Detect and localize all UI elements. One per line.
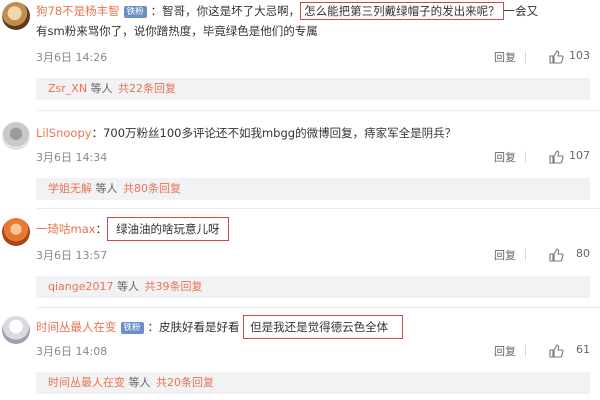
comment-text: ：700万粉丝100多评论还不如我mbgg的微博回复，痔家军全是阴兵？ xyxy=(91,126,457,140)
sub-reply-count-link[interactable]: 共80条回复 xyxy=(123,182,181,195)
sub-reply-mid: 等人 xyxy=(92,182,121,195)
comment-meta: 3月6日 14:08 回复 61 xyxy=(36,342,590,360)
sub-replies-bar[interactable]: 学姐无解 等人 共80条回复 xyxy=(36,178,590,200)
comment-meta: 3月6日 14:34 回复 107 xyxy=(36,148,590,166)
comment-text-line1: 时间丛最人在变 铁粉 ：皮肤好看是好看 但是我还是觉得德云色全体 xyxy=(36,315,592,339)
fan-badge: 铁粉 xyxy=(120,322,144,334)
like-count: 61 xyxy=(576,343,590,356)
sub-replies-bar[interactable]: qiange2017 等人 共39条回复 xyxy=(36,276,590,298)
username-link[interactable]: 狗78不是杨丰智 xyxy=(36,4,120,18)
comment-meta: 3月6日 14:26 回复 103 xyxy=(36,48,590,66)
divider xyxy=(525,151,526,163)
username-link[interactable]: 一琦咕max xyxy=(36,222,96,236)
thumbs-up-icon[interactable] xyxy=(548,343,564,359)
like-count: 107 xyxy=(569,149,590,162)
divider xyxy=(525,249,526,261)
sub-reply-user[interactable]: 学姐无解 xyxy=(48,182,92,195)
comment-text-line1: LilSnoopy：700万粉丝100多评论还不如我mbgg的微博回复，痔家军全… xyxy=(36,124,592,142)
sub-reply-mid: 等人 xyxy=(87,82,117,95)
timestamp: 3月6日 14:26 xyxy=(36,51,108,64)
comment-divider xyxy=(36,110,600,111)
reply-button[interactable]: 回复 xyxy=(494,343,516,359)
reply-button[interactable]: 回复 xyxy=(494,49,516,65)
highlighted-text: 怎么能把第三列戴绿帽子的发出来呢？ xyxy=(300,2,504,20)
like-count: 80 xyxy=(576,247,590,260)
comment-text-line1: 狗78不是杨丰智 铁粉 ：智哥，你这是坏了大忌啊， 怎么能把第三列戴绿帽子的发出来呢？… xyxy=(36,2,592,20)
avatar[interactable] xyxy=(2,122,30,150)
comment-text-continued: 有sm粉来骂你了，说你蹭热度，毕竟绿色是他们的专属 xyxy=(36,24,318,38)
sub-reply-count-link[interactable]: 共39条回复 xyxy=(145,280,203,293)
sub-reply-user[interactable]: qiange2017 xyxy=(48,280,114,293)
highlighted-text: 绿油油的啥玩意儿呀 xyxy=(107,217,229,241)
divider xyxy=(525,345,526,357)
avatar[interactable] xyxy=(2,2,30,30)
comment-divider xyxy=(36,208,600,209)
timestamp: 3月6日 14:34 xyxy=(36,151,108,164)
reply-button[interactable]: 回复 xyxy=(494,149,516,165)
timestamp: 3月6日 13:57 xyxy=(36,249,108,262)
comment-meta: 3月6日 13:57 回复 80 xyxy=(36,246,590,264)
sub-replies-bar[interactable]: Zsr_XN 等人 共22条回复 xyxy=(36,78,590,100)
reply-button[interactable]: 回复 xyxy=(494,247,516,263)
comment-text: ：智哥，你这是坏了大忌啊， xyxy=(150,4,301,18)
divider xyxy=(525,51,526,63)
timestamp: 3月6日 14:08 xyxy=(36,345,108,358)
comment-divider xyxy=(36,307,600,308)
comment-text: ：皮肤好看是好看 xyxy=(147,320,240,334)
username-link[interactable]: 时间丛最人在变 xyxy=(36,320,117,334)
thumbs-up-icon[interactable] xyxy=(548,247,564,263)
sub-replies-bar[interactable]: 时间丛最人在变 等人 共20条回复 xyxy=(36,372,590,394)
sub-reply-user[interactable]: Zsr_XN xyxy=(48,82,87,95)
sub-reply-mid: 等人 xyxy=(125,376,154,389)
comment-text-prefix: ： xyxy=(95,222,108,236)
thumbs-up-icon[interactable] xyxy=(548,49,564,65)
avatar[interactable] xyxy=(2,218,30,246)
username-link[interactable]: LilSnoopy xyxy=(36,126,92,140)
sub-reply-mid: 等人 xyxy=(113,280,143,293)
like-count: 103 xyxy=(569,49,590,62)
sub-reply-count-link[interactable]: 共20条回复 xyxy=(156,376,214,389)
comment-text-line1: 一琦咕max： 绿油油的啥玩意儿呀 xyxy=(36,217,592,241)
fan-badge: 铁粉 xyxy=(123,6,147,18)
avatar[interactable] xyxy=(2,316,30,344)
comment-text-tail: 一会又 xyxy=(503,4,539,18)
thumbs-up-icon[interactable] xyxy=(548,149,564,165)
comment-text-line2: 有sm粉来骂你了，说你蹭热度，毕竟绿色是他们的专属 xyxy=(36,22,592,40)
sub-reply-count-link[interactable]: 共22条回复 xyxy=(118,82,176,95)
sub-reply-user[interactable]: 时间丛最人在变 xyxy=(48,376,125,389)
highlighted-text: 但是我还是觉得德云色全体 xyxy=(243,315,404,339)
